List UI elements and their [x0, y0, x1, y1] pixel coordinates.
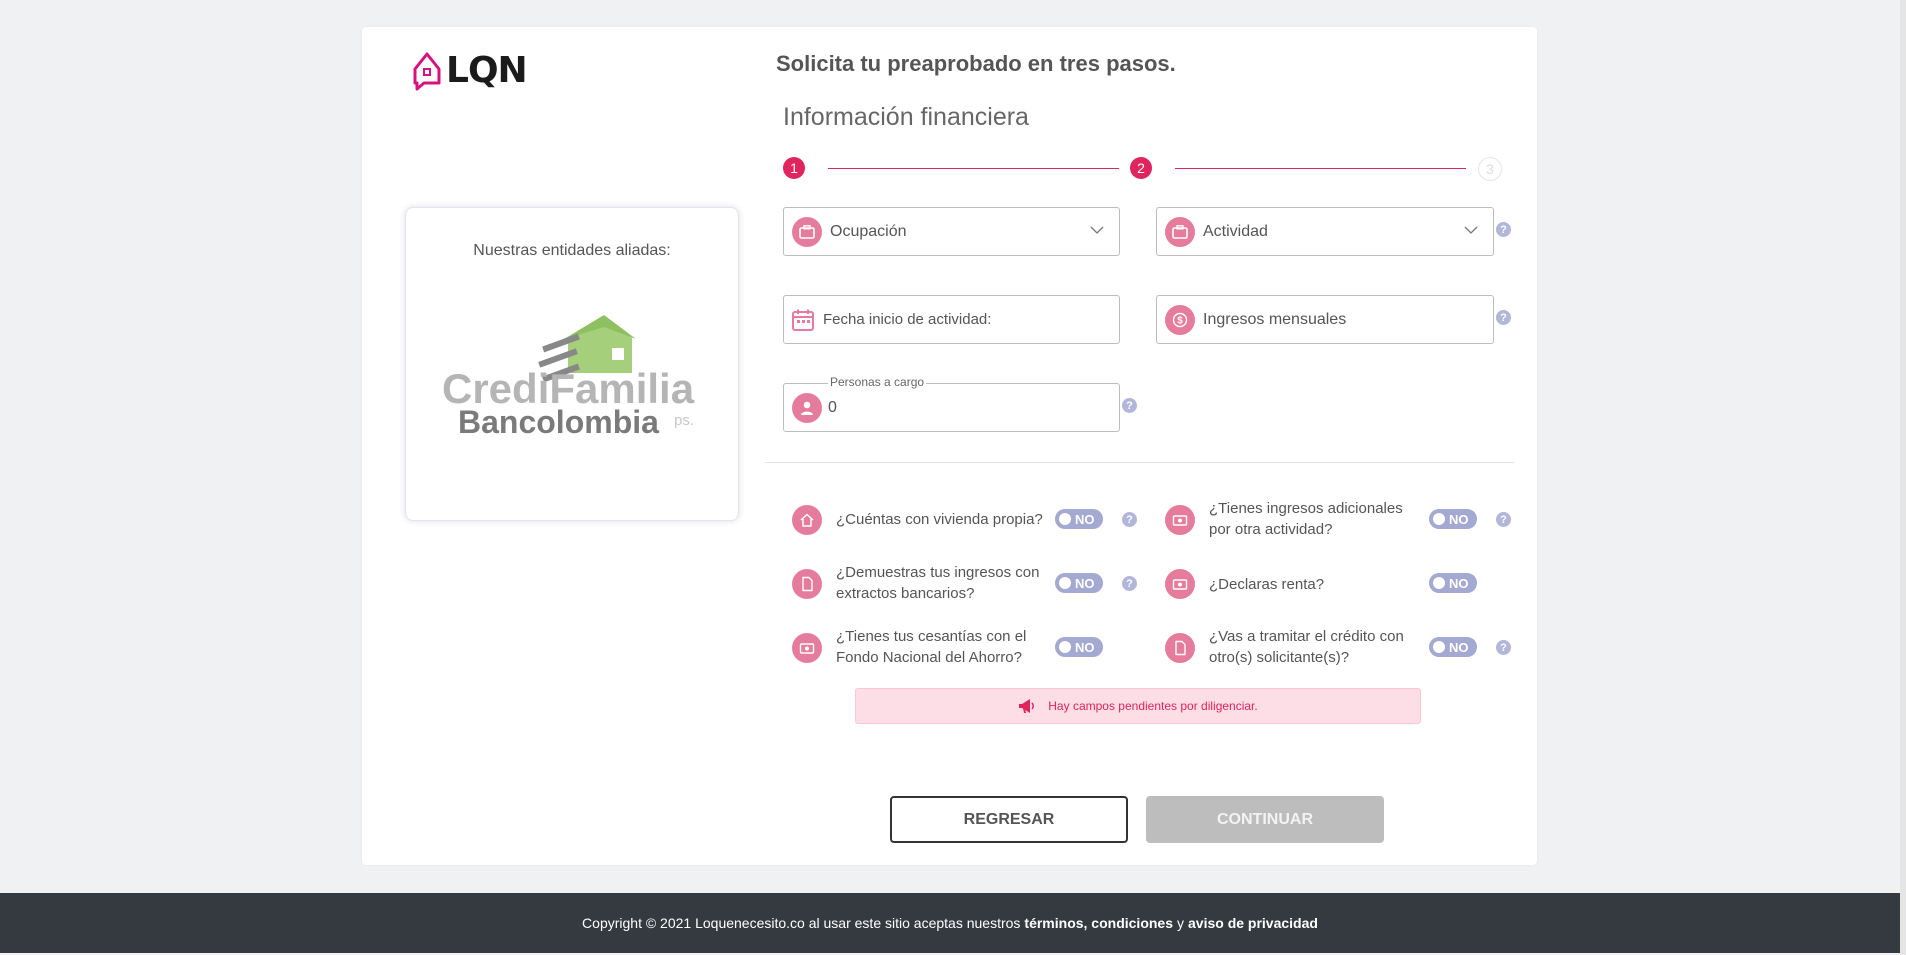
personas-help-icon[interactable]: ?: [1122, 398, 1137, 413]
terms-link[interactable]: términos, condiciones: [1024, 915, 1173, 931]
otros-solicitantes-toggle[interactable]: NO: [1429, 637, 1477, 657]
ocupacion-select[interactable]: Ocupación: [783, 207, 1120, 256]
money-icon: [792, 633, 822, 663]
actividad-select[interactable]: Actividad: [1156, 207, 1494, 256]
question-otros-solicitantes: ¿Vas a tramitar el crédito con otro(s) s…: [1209, 628, 1404, 666]
section-divider: [765, 462, 1514, 463]
brand-name: LQN: [446, 49, 528, 91]
actividad-help-icon[interactable]: ?: [1496, 222, 1511, 237]
ingresos-mensuales-field[interactable]: $ Ingresos mensuales: [1156, 295, 1494, 344]
partners-panel: Nuestras entidades aliadas: CrediFamilia…: [405, 207, 739, 521]
vivienda-toggle[interactable]: NO: [1055, 509, 1103, 529]
otros-solicitantes-help-icon[interactable]: ?: [1496, 640, 1511, 655]
form-card: LQN Solicita tu preaprobado en tres paso…: [362, 27, 1537, 865]
question-renta: ¿Declaras renta?: [1209, 576, 1325, 593]
fecha-inicio-field[interactable]: Fecha inicio de actividad:: [783, 295, 1120, 344]
progress-stepper: 1 2 3: [783, 155, 1503, 183]
partner-logo: CrediFamilia Bancolombia ps.: [442, 315, 695, 438]
question-extractos: ¿Demuestras tus ingresos con extractos b…: [836, 564, 1040, 602]
question-ingresos-adicionales: ¿Tienes ingresos adicionales por otra ac…: [1209, 500, 1403, 538]
partner-logo-suffix: ps.: [674, 412, 694, 429]
brand-logo[interactable]: LQN: [410, 49, 528, 91]
page-scrollbar[interactable]: [1900, 0, 1906, 955]
footer-and: y: [1177, 915, 1184, 931]
step-3: 3: [1478, 157, 1502, 181]
question-vivienda: ¿Cuéntas con vivienda propia?: [836, 511, 1043, 528]
extractos-help-icon[interactable]: ?: [1122, 576, 1137, 591]
svg-text:$: $: [1177, 315, 1183, 326]
ocupacion-label: Ocupación: [830, 222, 907, 240]
step-1: 1: [783, 157, 805, 179]
document-icon: [792, 569, 822, 599]
money-icon: [1165, 569, 1195, 599]
partner-logo-bottom: Bancolombia: [458, 404, 659, 438]
fecha-inicio-label: Fecha inicio de actividad:: [823, 311, 992, 328]
user-icon: [792, 392, 822, 423]
step-2: 2: [1130, 157, 1152, 179]
chevron-down-icon: [1090, 226, 1104, 234]
ingresos-adicionales-help-icon[interactable]: ?: [1496, 512, 1511, 527]
footer-copyright: Copyright © 2021 Loquenecesito.co al usa…: [582, 915, 1021, 931]
megaphone-icon: [1019, 699, 1035, 713]
ingresos-adicionales-toggle[interactable]: NO: [1429, 509, 1477, 529]
personas-float-label: Personas a cargo: [828, 375, 927, 389]
house-logo-icon: [413, 52, 441, 91]
section-title: Información financiera: [783, 103, 1029, 131]
privacy-link[interactable]: aviso de privacidad: [1188, 915, 1318, 931]
personas-value: 0: [828, 398, 837, 416]
briefcase-icon: [1165, 216, 1195, 247]
back-button[interactable]: REGRESAR: [890, 796, 1128, 843]
alert-text: Hay campos pendientes por diligenciar.: [1048, 699, 1258, 713]
ingresos-label: Ingresos mensuales: [1203, 310, 1347, 328]
personas-a-cargo-field[interactable]: Personas a cargo 0: [783, 375, 1120, 432]
house-icon: [792, 505, 822, 535]
footer: Copyright © 2021 Loquenecesito.co al usa…: [0, 893, 1900, 953]
cesantias-toggle[interactable]: NO: [1055, 637, 1103, 657]
money-icon: [1165, 505, 1195, 535]
chevron-down-icon: [1464, 226, 1478, 234]
extractos-toggle[interactable]: NO: [1055, 573, 1103, 593]
continue-button[interactable]: CONTINUAR: [1146, 796, 1384, 843]
calendar-icon: [789, 306, 817, 334]
partners-title: Nuestras entidades aliadas:: [473, 242, 671, 259]
page-headline: Solicita tu preaprobado en tres pasos.: [776, 51, 1176, 76]
dollar-icon: $: [1165, 304, 1195, 335]
actividad-label: Actividad: [1203, 222, 1268, 240]
pending-fields-alert: Hay campos pendientes por diligenciar.: [855, 688, 1421, 724]
document-icon: [1165, 633, 1195, 663]
briefcase-icon: [792, 216, 822, 247]
step-connector-2: [1175, 168, 1466, 169]
question-cesantias: ¿Tienes tus cesantías con el Fondo Nacio…: [836, 628, 1027, 666]
renta-toggle[interactable]: NO: [1429, 573, 1477, 593]
step-connector-1: [828, 168, 1119, 169]
ingresos-help-icon[interactable]: ?: [1496, 310, 1511, 325]
vivienda-help-icon[interactable]: ?: [1122, 512, 1137, 527]
